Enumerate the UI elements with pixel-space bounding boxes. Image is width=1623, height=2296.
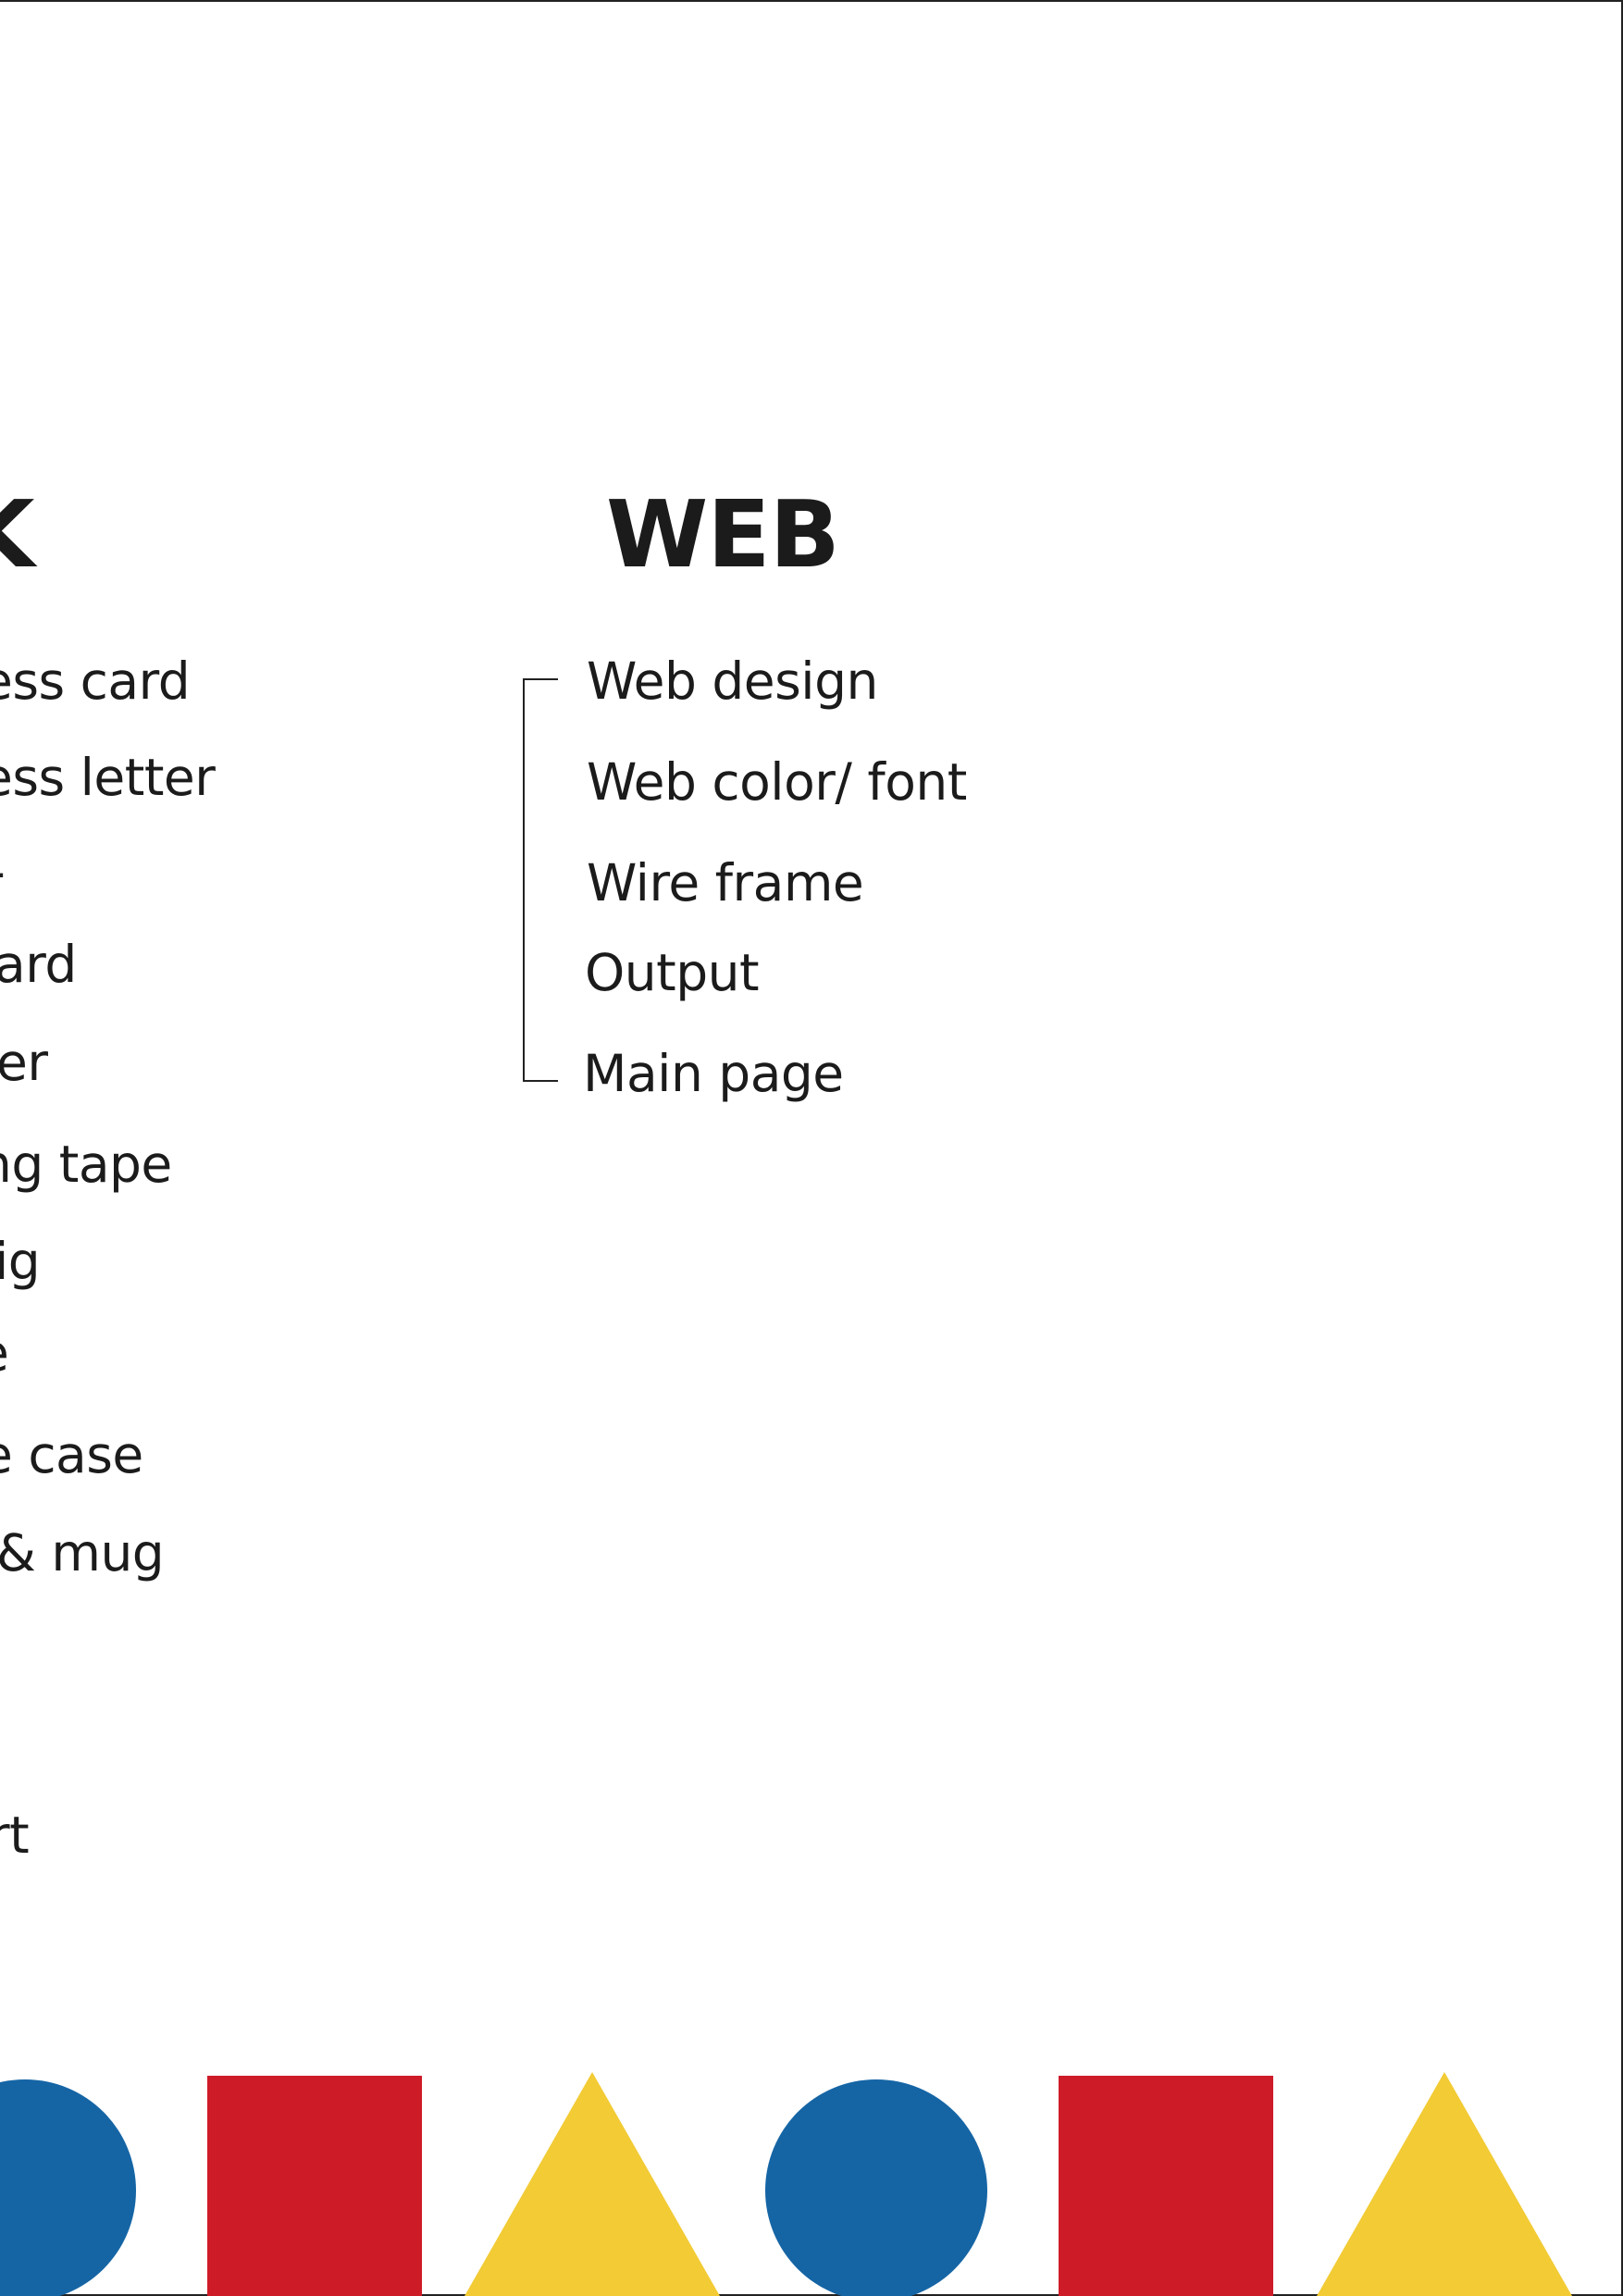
left-list-item: e xyxy=(0,1328,9,1379)
left-list-item: rt xyxy=(0,1806,30,1865)
left-list-item: ig xyxy=(0,1232,41,1291)
left-column-heading: K xyxy=(0,489,34,581)
left-list-item: ess letter xyxy=(0,748,216,807)
web-heading: WEB xyxy=(606,480,840,589)
red-square-shape xyxy=(207,2076,422,2296)
web-list-item-web-color-font: Web color/ font xyxy=(587,752,967,812)
decorative-shapes-band xyxy=(0,2064,1623,2296)
left-list-item: ng tape xyxy=(0,1135,172,1194)
web-list-item-main-page: Main page xyxy=(583,1044,844,1103)
red-square-shape xyxy=(1059,2076,1273,2296)
page-border-top xyxy=(0,0,1623,2)
blue-circle-shape xyxy=(765,2079,987,2296)
left-list-item: ess card xyxy=(0,652,191,711)
web-list-bracket xyxy=(523,678,558,1082)
yellow-triangle-shape xyxy=(465,2072,720,2296)
left-list-item: & mug xyxy=(0,1523,165,1582)
left-list-item: er xyxy=(0,1033,48,1092)
blue-circle-shape xyxy=(0,2079,136,2296)
yellow-triangle-shape xyxy=(1317,2072,1572,2296)
shapes-svg xyxy=(0,2072,1572,2296)
web-list-item-output: Output xyxy=(585,943,760,1002)
left-list-item: - xyxy=(0,847,6,898)
left-list-item: e case xyxy=(0,1425,143,1484)
web-list-item-wire-frame: Wire frame xyxy=(587,853,864,912)
left-list-item: ard xyxy=(0,935,77,994)
web-list-item-web-design: Web design xyxy=(587,652,878,711)
